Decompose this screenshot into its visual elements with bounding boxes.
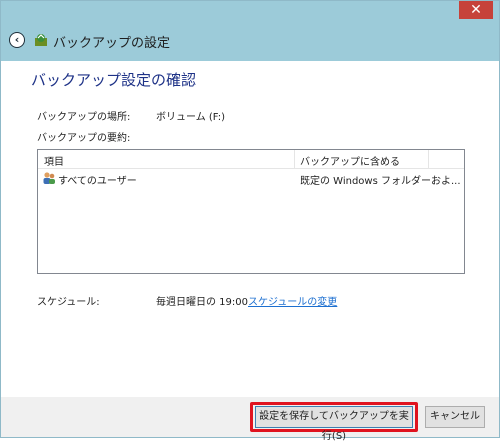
- location-label: バックアップの場所:: [37, 112, 131, 123]
- schedule-value: 毎週日曜日の 19:00: [156, 297, 248, 308]
- cancel-button[interactable]: キャンセル: [425, 406, 485, 428]
- location-value: ボリューム (F:): [156, 112, 226, 123]
- list-header: 項目 バックアップに含める: [38, 150, 464, 169]
- users-icon: [43, 172, 55, 184]
- back-arrow-icon[interactable]: ‹: [9, 32, 25, 48]
- page-title: バックアップ設定の確認: [31, 71, 197, 89]
- summary-list[interactable]: 項目 バックアップに含める すべてのユーザー 既定の Windows フォルダー…: [37, 149, 465, 274]
- list-item-detail: 既定の Windows フォルダーおよ...: [300, 176, 461, 187]
- column-divider[interactable]: [428, 150, 429, 168]
- column-header-included[interactable]: バックアップに含める: [300, 153, 400, 168]
- summary-label: バックアップの要約:: [37, 133, 131, 144]
- title-bar: ✕: [1, 1, 499, 23]
- list-item-name: すべてのユーザー: [58, 176, 137, 187]
- header-bar: ‹ バックアップの設定: [1, 23, 499, 61]
- close-button[interactable]: ✕: [459, 1, 493, 19]
- backup-settings-window: ✕ ‹ バックアップの設定 バックアップ設定の確認 バックアップの場所: ボリュ…: [0, 0, 500, 442]
- header-title: バックアップの設定: [53, 36, 171, 51]
- backup-icon: [35, 34, 47, 46]
- schedule-label: スケジュール:: [37, 297, 100, 308]
- change-schedule-link[interactable]: スケジュールの変更: [248, 293, 337, 308]
- save-and-run-button[interactable]: 設定を保存してバックアップを実行(S): [255, 406, 413, 442]
- list-item[interactable]: すべてのユーザー 既定の Windows フォルダーおよ...: [38, 170, 464, 187]
- column-divider[interactable]: [294, 150, 295, 168]
- column-header-item[interactable]: 項目: [44, 153, 64, 168]
